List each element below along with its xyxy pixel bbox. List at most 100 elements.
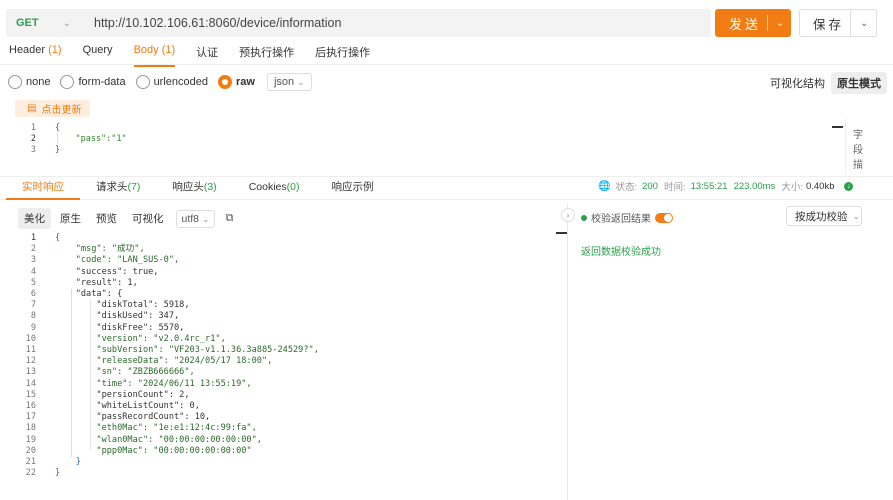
line-number: 18 — [25, 423, 36, 434]
tab-request-headers[interactable]: 请求头(7) — [80, 176, 156, 200]
body-type-group: none form-data urlencoded raw json ⌄ — [8, 73, 312, 91]
field-description-panel[interactable]: 字 段 描 — [850, 128, 866, 173]
line-number: 7 — [30, 300, 36, 311]
line-number: 21 — [25, 457, 36, 467]
response-body-viewer[interactable]: 1{2 "msg": "成功", 3 "code": "LAN_SUS-0", 4 … — [0, 230, 560, 500]
tab-label: Cookies — [248, 181, 287, 193]
validation-toggle[interactable] — [655, 212, 673, 223]
chevron-down-icon: ⌄ — [201, 213, 210, 224]
validation-mode-label: 按成功校验 — [795, 210, 848, 223]
divider — [845, 118, 846, 174]
tab-response-headers[interactable]: 响应头(3) — [156, 176, 232, 200]
format-select[interactable]: json ⌄ — [266, 73, 312, 91]
update-button[interactable]: ▤ 点击更新 — [15, 100, 90, 117]
globe-icon[interactable]: 🌐 — [598, 181, 610, 192]
minimap-marker — [832, 126, 843, 128]
copy-icon[interactable]: ⧉ — [225, 212, 233, 225]
chevron-down-icon[interactable]: ⌄ — [851, 18, 868, 29]
response-toolbar: 美化 原生 预览 可视化 utf8 ⌄ ⧉ — [18, 208, 233, 229]
mode-raw[interactable]: 原生模式 — [831, 72, 887, 94]
panel-divider[interactable] — [567, 203, 568, 500]
encoding-label: utf8 — [181, 212, 200, 225]
code-line: "diskUsed": 347, — [55, 311, 180, 322]
encoding-select[interactable]: utf8 ⌄ — [175, 209, 216, 228]
tab-cookies[interactable]: Cookies(0) — [233, 176, 316, 200]
time-label: 时间: — [663, 182, 686, 193]
save-label: 保存 — [813, 17, 845, 32]
time-value: 13:55:21 — [690, 180, 728, 192]
view-raw[interactable]: 原生 — [54, 208, 87, 229]
chevron-down-icon: ⌄ — [62, 17, 72, 29]
tab-count: (1) — [48, 44, 62, 56]
validation-mode-select[interactable]: 按成功校验 ⌄ — [786, 206, 862, 226]
code-line: "subVersion": "VF203-v1.1.36.3a885-24529… — [55, 345, 319, 355]
tab-label: 请求头 — [96, 181, 128, 193]
validation-toggle-row: 校验返回结果 — [581, 210, 673, 225]
document-icon: ▤ — [27, 103, 37, 114]
view-visual[interactable]: 可视化 — [126, 208, 170, 229]
tab-count: (1) — [161, 44, 176, 56]
code-line: "diskTotal": 5918, — [55, 300, 190, 311]
radio-label: urlencoded — [153, 76, 208, 88]
indent-guide — [90, 300, 91, 450]
indent-guide — [57, 132, 58, 144]
code-line: "wlan0Mac": "00:00:00:00:00:00", — [55, 434, 262, 445]
line-number: 19 — [25, 434, 36, 445]
line-number: 2 — [30, 244, 36, 255]
radio-form-data[interactable]: form-data — [60, 75, 126, 89]
radio-circle — [135, 75, 150, 89]
radio-urlencoded[interactable]: urlencoded — [135, 75, 208, 89]
method-label: GET — [16, 17, 39, 29]
radio-label: form-data — [78, 76, 126, 88]
radio-circle — [8, 75, 22, 89]
update-label: 点击更新 — [41, 105, 82, 116]
tab-label: 响应头 — [172, 181, 204, 193]
format-label: json — [273, 76, 295, 88]
line-number: 4 — [30, 266, 36, 277]
line-number: 2 — [30, 134, 36, 144]
line-number: 16 — [25, 401, 36, 411]
radio-circle — [218, 75, 232, 89]
view-pretty[interactable]: 美化 — [18, 208, 51, 229]
line-number: 3 — [30, 145, 36, 155]
line-number: 9 — [30, 322, 36, 333]
duration-value: 223.00ms — [733, 180, 776, 192]
chevron-down-icon: ⌄ — [297, 77, 305, 87]
send-button[interactable]: 发送 ⌄ — [715, 9, 791, 37]
code-line: "time": "2024/06/11 13:55:19", — [55, 378, 252, 389]
code-line: } — [55, 145, 61, 155]
status-code: 200 — [642, 180, 658, 192]
line-number: 10 — [25, 333, 36, 344]
chevron-down-icon[interactable]: ⌄ — [768, 18, 784, 29]
tab-count: (3) — [203, 181, 217, 193]
tab-label: 认证 — [196, 47, 219, 59]
code-line: } — [55, 468, 61, 479]
line-number: 22 — [25, 468, 36, 479]
code-line: "msg": "成功", — [55, 244, 145, 255]
side-char: 字 — [853, 130, 863, 141]
side-char: 描 — [853, 160, 863, 171]
radio-none[interactable]: none — [8, 75, 50, 89]
request-body-editor[interactable]: 1 2 3 { "pass":"1" } — [0, 120, 840, 172]
tab-count: (7) — [127, 181, 141, 193]
tab-response-examples[interactable]: 响应示例 — [315, 176, 389, 200]
chevron-right-icon[interactable]: › — [561, 208, 575, 222]
code-line: "code": "LAN_SUS-0", — [55, 255, 180, 266]
method-select[interactable]: GET ⌄ — [6, 17, 84, 29]
tab-label: 响应示例 — [331, 181, 374, 193]
tab-label: 预执行操作 — [239, 47, 295, 59]
view-mode-toggle: 可视化结构 原生模式 — [764, 72, 887, 94]
radio-raw[interactable]: raw — [218, 75, 255, 89]
download-icon[interactable]: ↓ — [844, 181, 854, 191]
validation-result: 返回数据校验成功 — [581, 247, 661, 258]
view-preview[interactable]: 预览 — [90, 208, 123, 229]
save-button[interactable]: 保存 ⌄ — [799, 9, 877, 37]
tab-live-response[interactable]: 实时响应 — [6, 176, 80, 200]
code-line: "sn": "ZBZB666666", — [55, 367, 195, 378]
code-line: "data": { — [55, 289, 123, 299]
mode-visual[interactable]: 可视化结构 — [764, 72, 831, 94]
url-input[interactable]: http://10.102.106.61:8060/device/informa… — [84, 16, 341, 30]
size-value: 0.40kb — [805, 180, 835, 192]
line-number: 13 — [25, 367, 36, 378]
line-number: 20 — [25, 445, 36, 456]
